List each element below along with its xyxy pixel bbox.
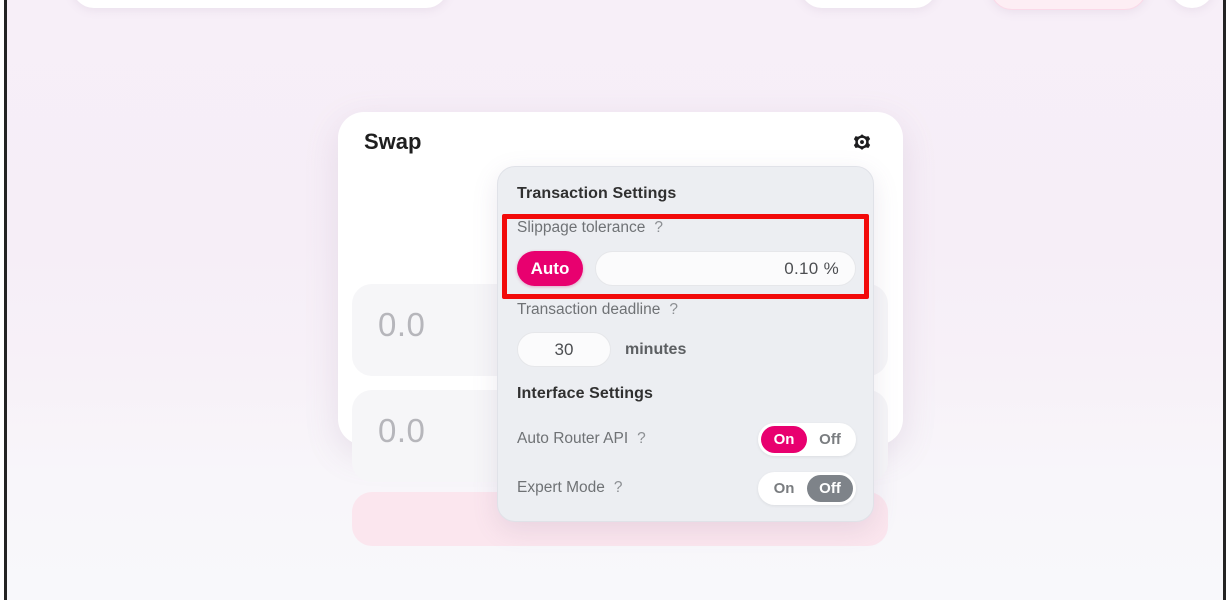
auto-router-off-option[interactable]: Off [807, 426, 853, 453]
slippage-tolerance-section: Slippage tolerance ? Auto 0.10 % [517, 219, 856, 286]
more-menu-button[interactable]: … [1170, 0, 1214, 8]
expert-mode-off-option[interactable]: Off [807, 474, 853, 502]
swap-card-header: Swap [338, 112, 903, 172]
transaction-deadline-label: Transaction deadline [517, 301, 661, 318]
window-margin-right [1226, 0, 1230, 600]
auto-router-on-option[interactable]: On [761, 425, 807, 453]
auto-router-api-label: Auto Router API [517, 430, 629, 447]
expert-mode-on-option[interactable]: On [761, 475, 807, 502]
deadline-controls: 30 minutes [517, 332, 856, 367]
chain-selector[interactable]: Ethereum [800, 0, 937, 8]
auto-router-api-label-row: Auto Router API ? [517, 430, 646, 448]
window-margin-left [0, 0, 4, 600]
help-icon[interactable]: ? [614, 479, 623, 497]
auto-router-api-toggle: On Off [758, 422, 856, 456]
slippage-tolerance-label: Slippage tolerance [517, 219, 646, 236]
help-icon[interactable]: ? [654, 219, 663, 237]
expert-mode-row: Expert Mode ? On Off [517, 470, 856, 506]
auto-router-api-row: Auto Router API ? On Off [517, 421, 856, 457]
swap-to-amount[interactable]: 0.0 [378, 412, 425, 449]
help-icon[interactable]: ? [637, 430, 646, 448]
slippage-auto-button[interactable]: Auto [517, 251, 583, 286]
deadline-value: 30 [554, 339, 574, 359]
slippage-controls: Auto 0.10 % [517, 251, 856, 286]
swap-from-amount[interactable]: 0.0 [378, 306, 425, 343]
slippage-tolerance-label-row: Slippage tolerance ? [517, 219, 856, 237]
connect-wallet-button[interactable]: Connect Wallet [990, 0, 1147, 10]
transaction-settings-popover: Transaction Settings Slippage tolerance … [497, 166, 874, 522]
page-title: Swap [364, 129, 422, 154]
window-edge-left [4, 0, 7, 600]
transaction-deadline-label-row: Transaction deadline ? [517, 301, 856, 319]
app-viewport: Swap Pool Vote Charts Ethereum Connect W… [0, 0, 1230, 600]
expert-mode-toggle: On Off [758, 471, 856, 505]
slippage-input[interactable]: 0.10 % [595, 251, 856, 286]
nav-tabs: Swap Pool Vote Charts [72, 0, 449, 8]
expert-mode-label-row: Expert Mode ? [517, 479, 623, 497]
interface-settings-heading: Interface Settings [517, 385, 654, 402]
help-icon[interactable]: ? [669, 301, 678, 319]
gear-icon[interactable] [847, 127, 877, 157]
deadline-unit-label: minutes [625, 340, 687, 358]
transaction-deadline-section: Transaction deadline ? 30 minutes [517, 301, 856, 367]
top-navigation-bar: Swap Pool Vote Charts Ethereum Connect W… [0, 0, 1230, 20]
slippage-value: 0.10 % [784, 258, 839, 278]
transaction-settings-heading: Transaction Settings [517, 185, 677, 202]
expert-mode-label: Expert Mode [517, 479, 605, 496]
deadline-input[interactable]: 30 [517, 332, 611, 367]
